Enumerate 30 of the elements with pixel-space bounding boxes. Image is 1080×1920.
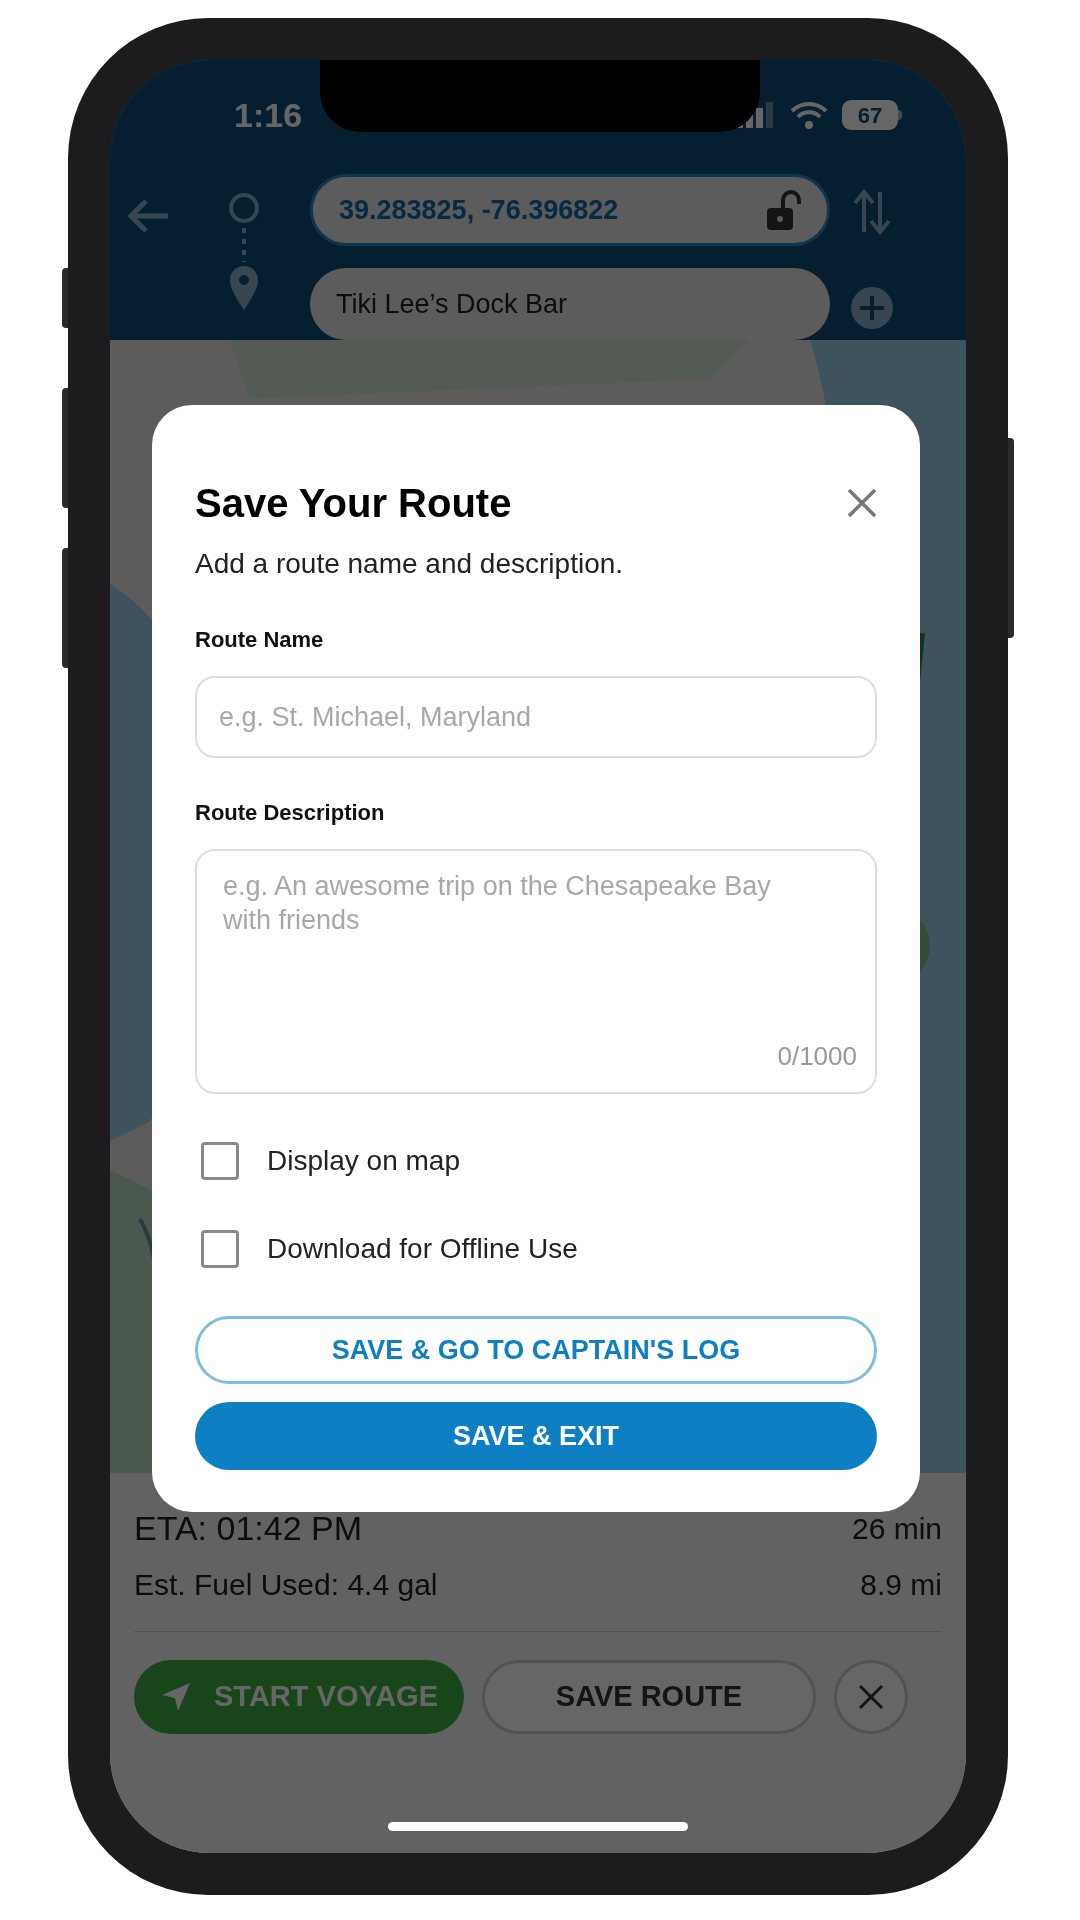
- checkbox-label: Display on map: [267, 1144, 460, 1178]
- field-label: Route Name: [195, 626, 325, 654]
- fuel-text: Est. Fuel Used: 4.4 gal: [134, 1567, 438, 1603]
- character-counter: 0/1000: [777, 1040, 857, 1073]
- origin-field[interactable]: 39.283825, -76.396822: [310, 174, 830, 246]
- route-name-field[interactable]: e.g. St. Michael, Maryland: [195, 676, 877, 758]
- save-route-button[interactable]: SAVE ROUTE: [482, 1660, 816, 1734]
- checkbox-label: Download for Offline Use: [267, 1232, 578, 1266]
- swap-arrows-icon[interactable]: [852, 188, 892, 236]
- distance-text: 8.9 mi: [860, 1567, 942, 1603]
- dialog-title: Save Your Route: [195, 480, 512, 527]
- start-voyage-button[interactable]: START VOYAGE: [134, 1660, 464, 1734]
- save-and-exit-button[interactable]: SAVE & EXIT: [195, 1402, 877, 1470]
- save-and-log-button[interactable]: SAVE & GO TO CAPTAIN'S LOG: [195, 1316, 877, 1384]
- field-label: Route Description: [195, 799, 386, 827]
- status-time: 1:16: [234, 94, 303, 136]
- battery-level: 67: [857, 101, 883, 130]
- route-points-icon: [226, 192, 262, 312]
- navigation-arrow-icon: [160, 1681, 192, 1713]
- wifi-icon: [790, 101, 828, 129]
- checkbox[interactable]: [201, 1142, 239, 1180]
- eta-text: ETA: 01:42 PM: [134, 1508, 363, 1549]
- close-icon: [858, 1684, 884, 1710]
- close-icon[interactable]: [847, 488, 877, 518]
- dialog-subtitle: Add a route name and description.: [195, 547, 625, 581]
- duration-text: 26 min: [851, 1511, 942, 1547]
- unlocked-padlock-icon[interactable]: [767, 190, 801, 230]
- destination-field[interactable]: Tiki Lee’s Dock Bar: [310, 268, 830, 340]
- checkbox[interactable]: [201, 1230, 239, 1268]
- add-stop-icon[interactable]: [850, 286, 894, 330]
